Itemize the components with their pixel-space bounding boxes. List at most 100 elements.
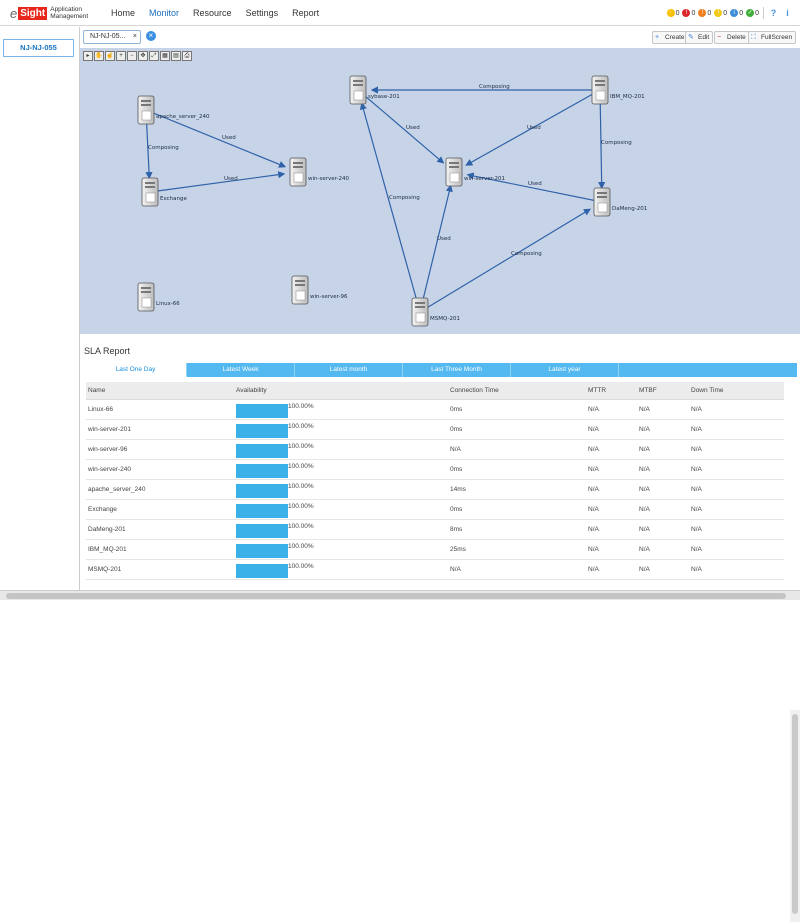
sla-title: SLA Report <box>84 346 131 356</box>
fullscreen-button[interactable]: ⛶ FullScreen <box>748 31 797 44</box>
topology-link[interactable] <box>149 171 286 193</box>
delete-button[interactable]: − Delete <box>714 31 750 44</box>
mttr-value: N/A <box>588 446 599 453</box>
create-button[interactable]: + Create <box>652 31 689 44</box>
mttr-value: N/A <box>588 546 599 553</box>
tab-latest-year[interactable]: Latest year <box>511 363 619 377</box>
connection-time: 0ms <box>450 426 463 433</box>
node-label[interactable]: sybase-201 <box>368 94 400 100</box>
alarm-major[interactable]: ! 0 <box>698 9 711 17</box>
availability-bar <box>236 544 288 558</box>
delete-label: Delete <box>727 34 746 41</box>
pan-tool-icon[interactable]: ✋ <box>94 51 104 61</box>
node-label[interactable]: win-server-201 <box>464 176 505 182</box>
sybase-server-icon[interactable] <box>349 75 367 105</box>
table-row[interactable]: win-server-96 100.00% N/A N/A N/A N/A <box>86 440 784 460</box>
link-label: Composing <box>389 195 420 201</box>
nav-report[interactable]: Report <box>285 0 326 26</box>
nav-monitor[interactable]: Monitor <box>142 0 186 26</box>
node-label[interactable]: win-server-240 <box>308 176 350 182</box>
tree-node-nj-nj-055[interactable]: NJ-NJ-055 <box>3 39 74 57</box>
node-label[interactable]: win-server-96 <box>310 294 348 300</box>
vertical-scrollbar[interactable] <box>790 710 800 922</box>
tab-latest-month[interactable]: Latest month <box>295 363 403 377</box>
table-row[interactable]: win-server-240 100.00% 0ms N/A N/A N/A <box>86 460 784 480</box>
topology-link[interactable] <box>419 208 592 313</box>
scroll-thumb[interactable] <box>6 593 786 599</box>
topology-canvas[interactable]: ▸ ✋ ☝ + − ✥ ⤢ ▦ ▤ ⎙ Composing Used Used Com… <box>80 48 800 334</box>
node-label[interactable]: Linux-66 <box>156 301 180 307</box>
left-tree-panel: NJ-NJ-055 <box>0 27 80 600</box>
ibm-mq-server-icon[interactable] <box>591 75 609 105</box>
table-row[interactable]: win-server-201 100.00% 0ms N/A N/A N/A <box>86 420 784 440</box>
apache-server-icon[interactable] <box>137 95 155 125</box>
linux-server-icon[interactable] <box>137 282 155 312</box>
tab-last-three-month[interactable]: Last Three Month <box>403 363 511 377</box>
help-icon[interactable]: ? <box>769 8 778 18</box>
tab-last-one-day[interactable]: Last One Day <box>85 363 187 377</box>
zoom-out-icon[interactable]: − <box>127 51 137 61</box>
column-name[interactable]: Name <box>88 382 105 400</box>
column-down-time[interactable]: Down Time <box>691 382 724 400</box>
availability-value: 100.00% <box>288 423 314 430</box>
product-name: Application Management <box>50 6 89 20</box>
availability-cell: 100.00% <box>236 520 356 540</box>
column-mttr[interactable]: MTTR <box>588 382 606 400</box>
tab-latest-week[interactable]: Latest Week <box>187 363 295 377</box>
layout-icon[interactable]: ▦ <box>160 51 170 61</box>
node-label[interactable]: apache_server_240 <box>156 114 210 120</box>
close-icon[interactable]: × <box>133 31 137 43</box>
view-tab[interactable]: NJ-NJ-05... × <box>83 30 141 44</box>
table-row[interactable]: Exchange 100.00% 0ms N/A N/A N/A <box>86 500 784 520</box>
table-row[interactable]: MSMQ-201 100.00% N/A N/A N/A N/A <box>86 560 784 580</box>
column-mtbf[interactable]: MTBF <box>639 382 657 400</box>
horizontal-scrollbar[interactable] <box>0 590 800 600</box>
nav-resource[interactable]: Resource <box>186 0 239 26</box>
export-icon[interactable]: ▤ <box>171 51 181 61</box>
down-time-value: N/A <box>691 446 702 453</box>
availability-bar <box>236 424 288 438</box>
edit-label: Edit <box>698 34 710 41</box>
zoom-in-icon[interactable]: + <box>116 51 126 61</box>
select-tool-icon[interactable]: ▸ <box>83 51 93 61</box>
fit-view-icon[interactable]: ⤢ <box>149 51 159 61</box>
dameng-server-icon[interactable] <box>593 187 611 217</box>
msmq-server-icon[interactable] <box>411 297 429 327</box>
windows-server-icon[interactable] <box>289 157 307 187</box>
alarm-lightning[interactable]: ⚡ 0 <box>666 9 679 17</box>
node-label[interactable]: IBM_MQ-201 <box>610 94 645 100</box>
alarm-count: 0 <box>739 9 744 17</box>
add-view-button[interactable]: × <box>146 31 156 41</box>
alarm-warning[interactable]: i0 <box>730 9 743 17</box>
exchange-server-icon[interactable] <box>141 177 159 207</box>
hand-tool-icon[interactable]: ☝ <box>105 51 115 61</box>
table-row[interactable]: apache_server_240 100.00% 14ms N/A N/A N… <box>86 480 784 500</box>
print-icon[interactable]: ⎙ <box>182 51 192 61</box>
nav-settings[interactable]: Settings <box>239 0 286 26</box>
node-label[interactable]: DaMeng-201 <box>612 206 647 212</box>
edit-button[interactable]: ✎ Edit <box>685 31 714 44</box>
table-row[interactable]: DaMeng-201 100.00% 8ms N/A N/A N/A <box>86 520 784 540</box>
topology-link[interactable] <box>598 89 606 190</box>
table-row[interactable]: IBM_MQ-201 100.00% 25ms N/A N/A N/A <box>86 540 784 560</box>
table-row[interactable]: Linux-66 100.00% 0ms N/A N/A N/A <box>86 400 784 420</box>
windows-server-icon[interactable] <box>291 275 309 305</box>
topology-graph: Composing Used Used Composing Used Used Compos… <box>137 75 647 327</box>
alarm-critical[interactable]: ! 0 <box>682 9 695 17</box>
move-icon[interactable]: ✥ <box>138 51 148 61</box>
alarm-cleared[interactable]: ✓ 0 <box>746 9 759 17</box>
windows-server-icon[interactable] <box>445 157 463 187</box>
topology-link[interactable] <box>419 184 453 313</box>
connection-time: 0ms <box>450 406 463 413</box>
down-time-value: N/A <box>691 486 702 493</box>
node-label[interactable]: MSMQ-201 <box>430 316 460 322</box>
column-availability[interactable]: Availability <box>236 382 267 400</box>
node-label[interactable]: Exchange <box>160 196 187 202</box>
topology-link[interactable] <box>357 89 445 164</box>
nav-home[interactable]: Home <box>104 0 142 26</box>
alarm-minor[interactable]: ! 0 <box>714 9 727 17</box>
scroll-thumb[interactable] <box>792 714 798 914</box>
column-connection-time[interactable]: Connection Time <box>450 382 499 400</box>
info-icon[interactable]: i <box>783 8 792 18</box>
esight-logo[interactable]: e Sight Application Management <box>10 4 88 22</box>
